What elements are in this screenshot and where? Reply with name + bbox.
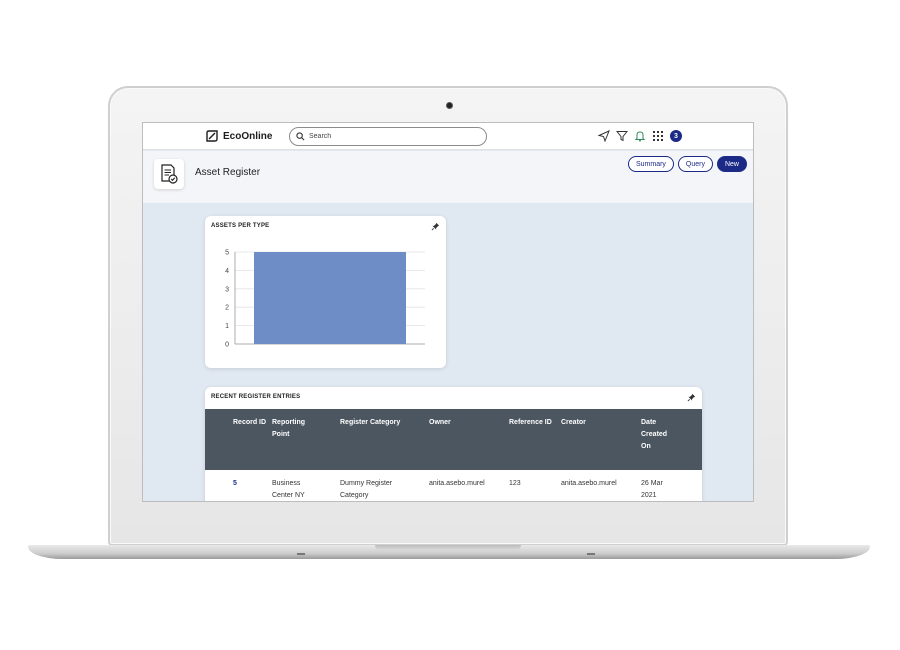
ecoonline-logo-icon bbox=[206, 130, 218, 142]
page-header: Asset Register Summary Query New bbox=[143, 151, 753, 203]
camera-icon bbox=[446, 102, 453, 109]
y-tick-label: 3 bbox=[225, 286, 229, 293]
column-header[interactable]: Reporting Point bbox=[272, 417, 320, 441]
search-box[interactable] bbox=[289, 127, 487, 146]
column-header[interactable]: Owner bbox=[429, 417, 489, 429]
pin-icon[interactable] bbox=[687, 393, 696, 402]
brand[interactable]: EcoOnline bbox=[205, 129, 272, 143]
column-header[interactable]: Register Category bbox=[340, 417, 420, 429]
table-cell: anita.asebo.murel bbox=[429, 480, 485, 487]
page-title: Asset Register bbox=[195, 167, 261, 178]
screen: EcoOnline Search 3 Asset Register Summar… bbox=[142, 122, 754, 502]
assets-per-type-card: ASSETS PER TYPE 0 1 2 3 4 5 bbox=[205, 216, 446, 368]
laptop-foot-right bbox=[587, 553, 595, 555]
apps-grid-icon[interactable] bbox=[652, 130, 664, 142]
new-button[interactable]: New bbox=[716, 156, 747, 172]
query-button[interactable]: Query bbox=[677, 156, 713, 172]
summary-button[interactable]: Summary bbox=[627, 156, 674, 172]
recent-register-entries-card: RECENT REGISTER ENTRIES Record ID Report… bbox=[205, 387, 702, 501]
table-cell: Business Center NY bbox=[272, 480, 305, 499]
column-header[interactable]: Creator bbox=[561, 417, 621, 429]
bell-icon[interactable] bbox=[634, 130, 646, 142]
table-header: Record ID Reporting Point Register Categ… bbox=[205, 409, 702, 470]
header-buttons: Summary Query New bbox=[627, 156, 747, 172]
search-input[interactable] bbox=[309, 133, 469, 140]
table-card-title: RECENT REGISTER ENTRIES bbox=[211, 394, 301, 400]
top-icons: 3 bbox=[598, 130, 682, 142]
record-id-link[interactable]: 5 bbox=[233, 478, 237, 490]
table-cell: Dummy Register Category bbox=[340, 480, 393, 499]
asset-register-icon bbox=[154, 159, 184, 189]
send-icon[interactable] bbox=[598, 130, 610, 142]
y-tick-label: 2 bbox=[225, 305, 229, 312]
search-icon bbox=[296, 132, 305, 141]
y-tick-label: 5 bbox=[225, 250, 229, 257]
brand-name: EcoOnline bbox=[223, 130, 273, 142]
table-cell: 123 bbox=[509, 480, 521, 487]
filter-icon[interactable] bbox=[616, 130, 628, 142]
chart-card-title: ASSETS PER TYPE bbox=[211, 223, 270, 229]
table-cell: anita.asebo.murel bbox=[561, 480, 617, 487]
assets-per-type-chart: 0 1 2 3 4 5 bbox=[225, 250, 425, 349]
y-tick-label: 4 bbox=[225, 268, 229, 275]
table-cell: 26 Mar 2021 bbox=[641, 480, 663, 499]
column-header[interactable]: Record ID bbox=[233, 417, 267, 429]
notification-badge[interactable]: 3 bbox=[670, 130, 682, 142]
laptop-notch bbox=[375, 545, 521, 550]
y-tick-label: 0 bbox=[225, 342, 229, 349]
column-header[interactable]: Date Created On bbox=[641, 417, 677, 453]
laptop-foot-left bbox=[297, 553, 305, 555]
column-header[interactable]: Reference ID bbox=[509, 417, 555, 429]
bar bbox=[254, 252, 406, 344]
top-bar: EcoOnline Search 3 bbox=[143, 123, 753, 150]
y-tick-label: 1 bbox=[225, 323, 229, 330]
table-row[interactable]: 5 Business Center NY Dummy Register Cate… bbox=[205, 470, 702, 501]
pin-icon[interactable] bbox=[431, 222, 440, 231]
